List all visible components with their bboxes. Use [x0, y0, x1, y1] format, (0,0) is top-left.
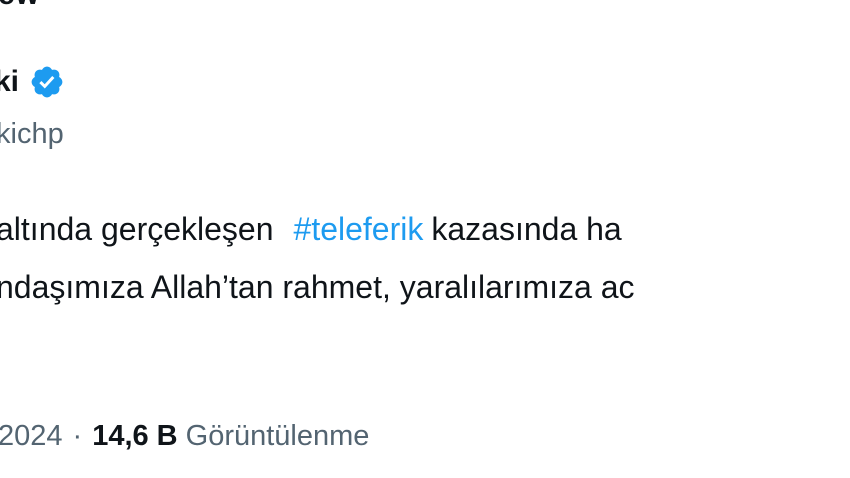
tweet-text: altında gerçekleşen #teleferik kazasında h… [0, 200, 635, 316]
tweet-text-segment: kazasında ha [431, 211, 622, 247]
views-label: Görüntülenme [185, 420, 370, 452]
tweet-text-line-2: ndaşımıza Allah’tan rahmet, yaralılarımı… [0, 269, 635, 305]
tweet-text-segment: altında gerçekleşen [0, 211, 274, 247]
tweet-card: ew ki kichp altında gerçekleşen #teleferi… [0, 0, 850, 478]
meta-separator: · [72, 420, 83, 452]
tweet-date[interactable]: 2024 [0, 416, 63, 456]
verified-badge-icon[interactable] [29, 64, 65, 100]
tweet-text-line-1: altında gerçekleşen #teleferik kazasında h… [0, 200, 635, 258]
tweet-author[interactable]: ki [0, 62, 65, 102]
cropped-heading-text: ew [0, 0, 40, 12]
author-display-name[interactable]: ki [0, 62, 19, 102]
hashtag-link[interactable]: #teleferik [294, 211, 424, 247]
views-count: 14,6 B [92, 420, 178, 452]
tweet-meta: 2024 · 14,6 B Görüntülenme [0, 416, 369, 456]
author-handle[interactable]: kichp [0, 114, 64, 154]
